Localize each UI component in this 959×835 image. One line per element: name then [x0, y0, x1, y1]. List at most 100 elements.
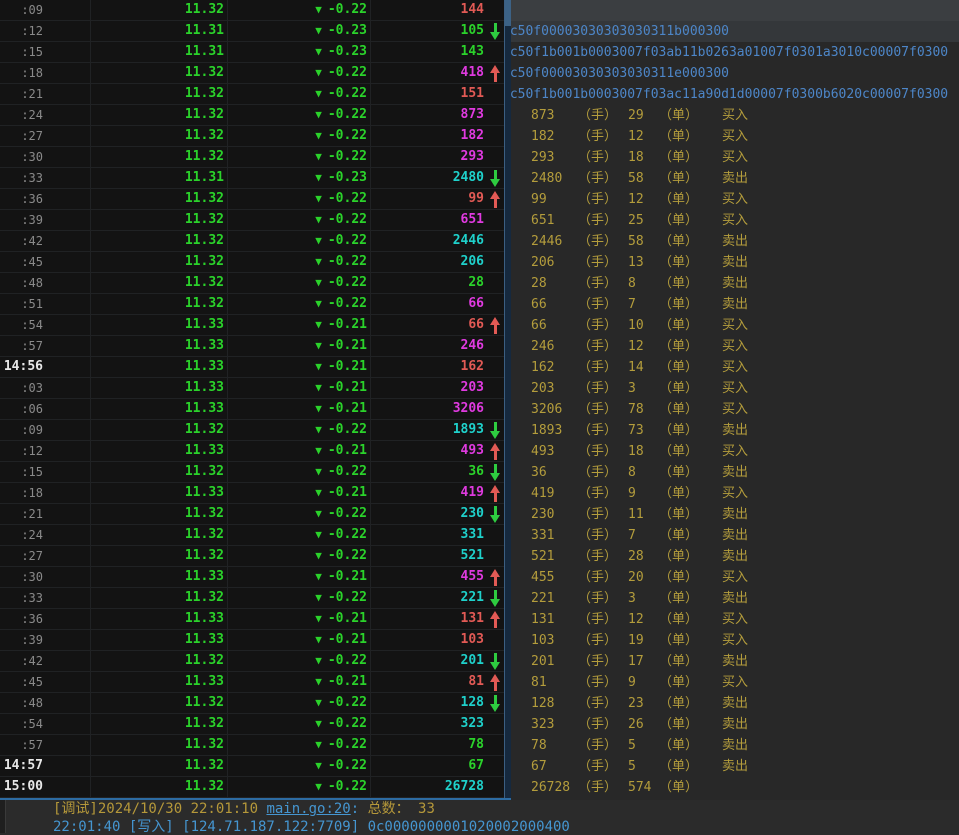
tick-row[interactable]: :18 11.32 ▼-0.22 418	[0, 63, 504, 84]
tick-row[interactable]: :30 11.32 ▼-0.22 293	[0, 147, 504, 168]
tick-trade-panel: :09 11.32 ▼-0.22 144 :12 11.31 ▼-0.23 10…	[0, 0, 511, 800]
tick-row[interactable]: :24 11.32 ▼-0.22 331	[0, 525, 504, 546]
tick-row[interactable]: :18 11.33 ▼-0.21 419	[0, 483, 504, 504]
trade-volume: 203	[531, 378, 578, 399]
tick-price: 11.32	[91, 420, 228, 440]
tick-row[interactable]: :51 11.32 ▼-0.22 66	[0, 294, 504, 315]
vertical-scrollbar[interactable]	[504, 0, 511, 798]
tick-time: :48	[0, 273, 91, 293]
source-file-link[interactable]: main.go:20	[266, 801, 350, 817]
down-arrow-icon	[490, 653, 501, 670]
tick-row[interactable]: :45 11.33 ▼-0.21 81	[0, 672, 504, 693]
trade-orders: 29	[628, 105, 659, 126]
tick-direction-cell	[486, 21, 504, 41]
tick-row[interactable]: :33 11.31 ▼-0.23 2480	[0, 168, 504, 189]
tick-volume: 105	[371, 21, 486, 41]
console-log-panel: 0c50f00003030303030311b0003000c50f1b001b…	[511, 0, 959, 800]
lots-label: （手）	[578, 252, 628, 273]
trade-volume: 131	[531, 609, 578, 630]
tick-price: 11.33	[91, 441, 228, 461]
trade-orders: 58	[628, 168, 659, 189]
tick-row[interactable]: :33 11.32 ▼-0.22 221	[0, 588, 504, 609]
tick-direction-cell	[486, 441, 504, 461]
tick-row[interactable]: :57 11.32 ▼-0.22 78	[0, 735, 504, 756]
tick-row[interactable]: :54 11.32 ▼-0.22 323	[0, 714, 504, 735]
tick-row[interactable]: :48 11.32 ▼-0.22 128	[0, 693, 504, 714]
trade-volume: 1893	[531, 420, 578, 441]
tick-price: 11.32	[91, 126, 228, 146]
trade-volume: 293	[531, 147, 578, 168]
tick-row[interactable]: 14:57 11.32 ▼-0.22 67	[0, 756, 504, 777]
trade-volume: 182	[531, 126, 578, 147]
trade-direction: 买入	[722, 381, 748, 396]
tick-row[interactable]: :12 11.33 ▼-0.21 493	[0, 441, 504, 462]
orders-label: （单）	[659, 315, 722, 336]
tick-row[interactable]: :42 11.32 ▼-0.22 2446	[0, 231, 504, 252]
tick-direction-cell	[486, 252, 504, 272]
tick-time: :54	[0, 315, 91, 335]
down-triangle-icon: ▼	[315, 738, 322, 751]
tick-row[interactable]: 14:56 11.33 ▼-0.21 162	[0, 357, 504, 378]
console-trade-row: 81（手）9（单）买入	[511, 672, 959, 693]
tick-change: ▼-0.22	[228, 84, 371, 104]
tick-volume: 162	[371, 357, 486, 377]
tick-row[interactable]: :21 11.32 ▼-0.22 151	[0, 84, 504, 105]
up-arrow-icon	[490, 191, 501, 208]
tick-volume: 131	[371, 609, 486, 629]
console-trade-row: 230（手）11（单）卖出	[511, 504, 959, 525]
orders-label: （单）	[659, 252, 722, 273]
tick-direction-cell	[486, 315, 504, 335]
tick-row[interactable]: :42 11.32 ▼-0.22 201	[0, 651, 504, 672]
trade-orders: 17	[628, 651, 659, 672]
tick-row[interactable]: :39 11.32 ▼-0.22 651	[0, 210, 504, 231]
tick-volume: 28	[371, 273, 486, 293]
trade-orders: 8	[628, 462, 659, 483]
tick-row[interactable]: :06 11.33 ▼-0.21 3206	[0, 399, 504, 420]
tick-change: ▼-0.22	[228, 252, 371, 272]
tick-change: ▼-0.21	[228, 315, 371, 335]
tick-row[interactable]: :15 11.32 ▼-0.22 36	[0, 462, 504, 483]
tick-row[interactable]: :24 11.32 ▼-0.22 873	[0, 105, 504, 126]
tick-row[interactable]: :45 11.32 ▼-0.22 206	[0, 252, 504, 273]
tick-direction-cell	[486, 462, 504, 482]
tick-row[interactable]: 15:00 11.32 ▼-0.22 26728	[0, 777, 504, 798]
tick-row[interactable]: :30 11.33 ▼-0.21 455	[0, 567, 504, 588]
tick-row[interactable]: :21 11.32 ▼-0.22 230	[0, 504, 504, 525]
tick-change: ▼-0.21	[228, 483, 371, 503]
tick-price: 11.32	[91, 252, 228, 272]
tick-row[interactable]: :03 11.33 ▼-0.21 203	[0, 378, 504, 399]
console-trade-row: 66（手）10（单）买入	[511, 315, 959, 336]
tick-price: 11.33	[91, 630, 228, 650]
lots-label: （手）	[578, 546, 628, 567]
tick-direction-cell	[486, 273, 504, 293]
tick-row[interactable]: :27 11.32 ▼-0.22 521	[0, 546, 504, 567]
tick-volume: 3206	[371, 399, 486, 419]
tick-row[interactable]: :09 11.32 ▼-0.22 144	[0, 0, 504, 21]
tick-row[interactable]: :09 11.32 ▼-0.22 1893	[0, 420, 504, 441]
trade-volume: 78	[531, 735, 578, 756]
tick-row[interactable]: :27 11.32 ▼-0.22 182	[0, 126, 504, 147]
orders-label: （单）	[659, 462, 722, 483]
trade-volume: 66	[531, 294, 578, 315]
tick-change: ▼-0.22	[228, 525, 371, 545]
trade-direction: 买入	[722, 675, 748, 690]
down-triangle-icon: ▼	[315, 507, 322, 520]
tick-row[interactable]: :39 11.33 ▼-0.21 103	[0, 630, 504, 651]
trade-volume: 128	[531, 693, 578, 714]
tick-volume: 128	[371, 693, 486, 713]
tick-price: 11.32	[91, 777, 228, 797]
tick-row[interactable]: :12 11.31 ▼-0.23 105	[0, 21, 504, 42]
tick-row[interactable]: :48 11.32 ▼-0.22 28	[0, 273, 504, 294]
tick-row[interactable]: :36 11.32 ▼-0.22 99	[0, 189, 504, 210]
tick-volume: 206	[371, 252, 486, 272]
tick-direction-cell	[486, 777, 504, 797]
orders-label: （单）	[659, 399, 722, 420]
down-triangle-icon: ▼	[315, 192, 322, 205]
tick-volume: 143	[371, 42, 486, 62]
tick-row[interactable]: :54 11.33 ▼-0.21 66	[0, 315, 504, 336]
console-trade-row: 419（手）9（单）买入	[511, 483, 959, 504]
tick-row[interactable]: :36 11.33 ▼-0.21 131	[0, 609, 504, 630]
tick-row[interactable]: :57 11.33 ▼-0.21 246	[0, 336, 504, 357]
trade-volume: 67	[531, 756, 578, 777]
tick-row[interactable]: :15 11.31 ▼-0.23 143	[0, 42, 504, 63]
